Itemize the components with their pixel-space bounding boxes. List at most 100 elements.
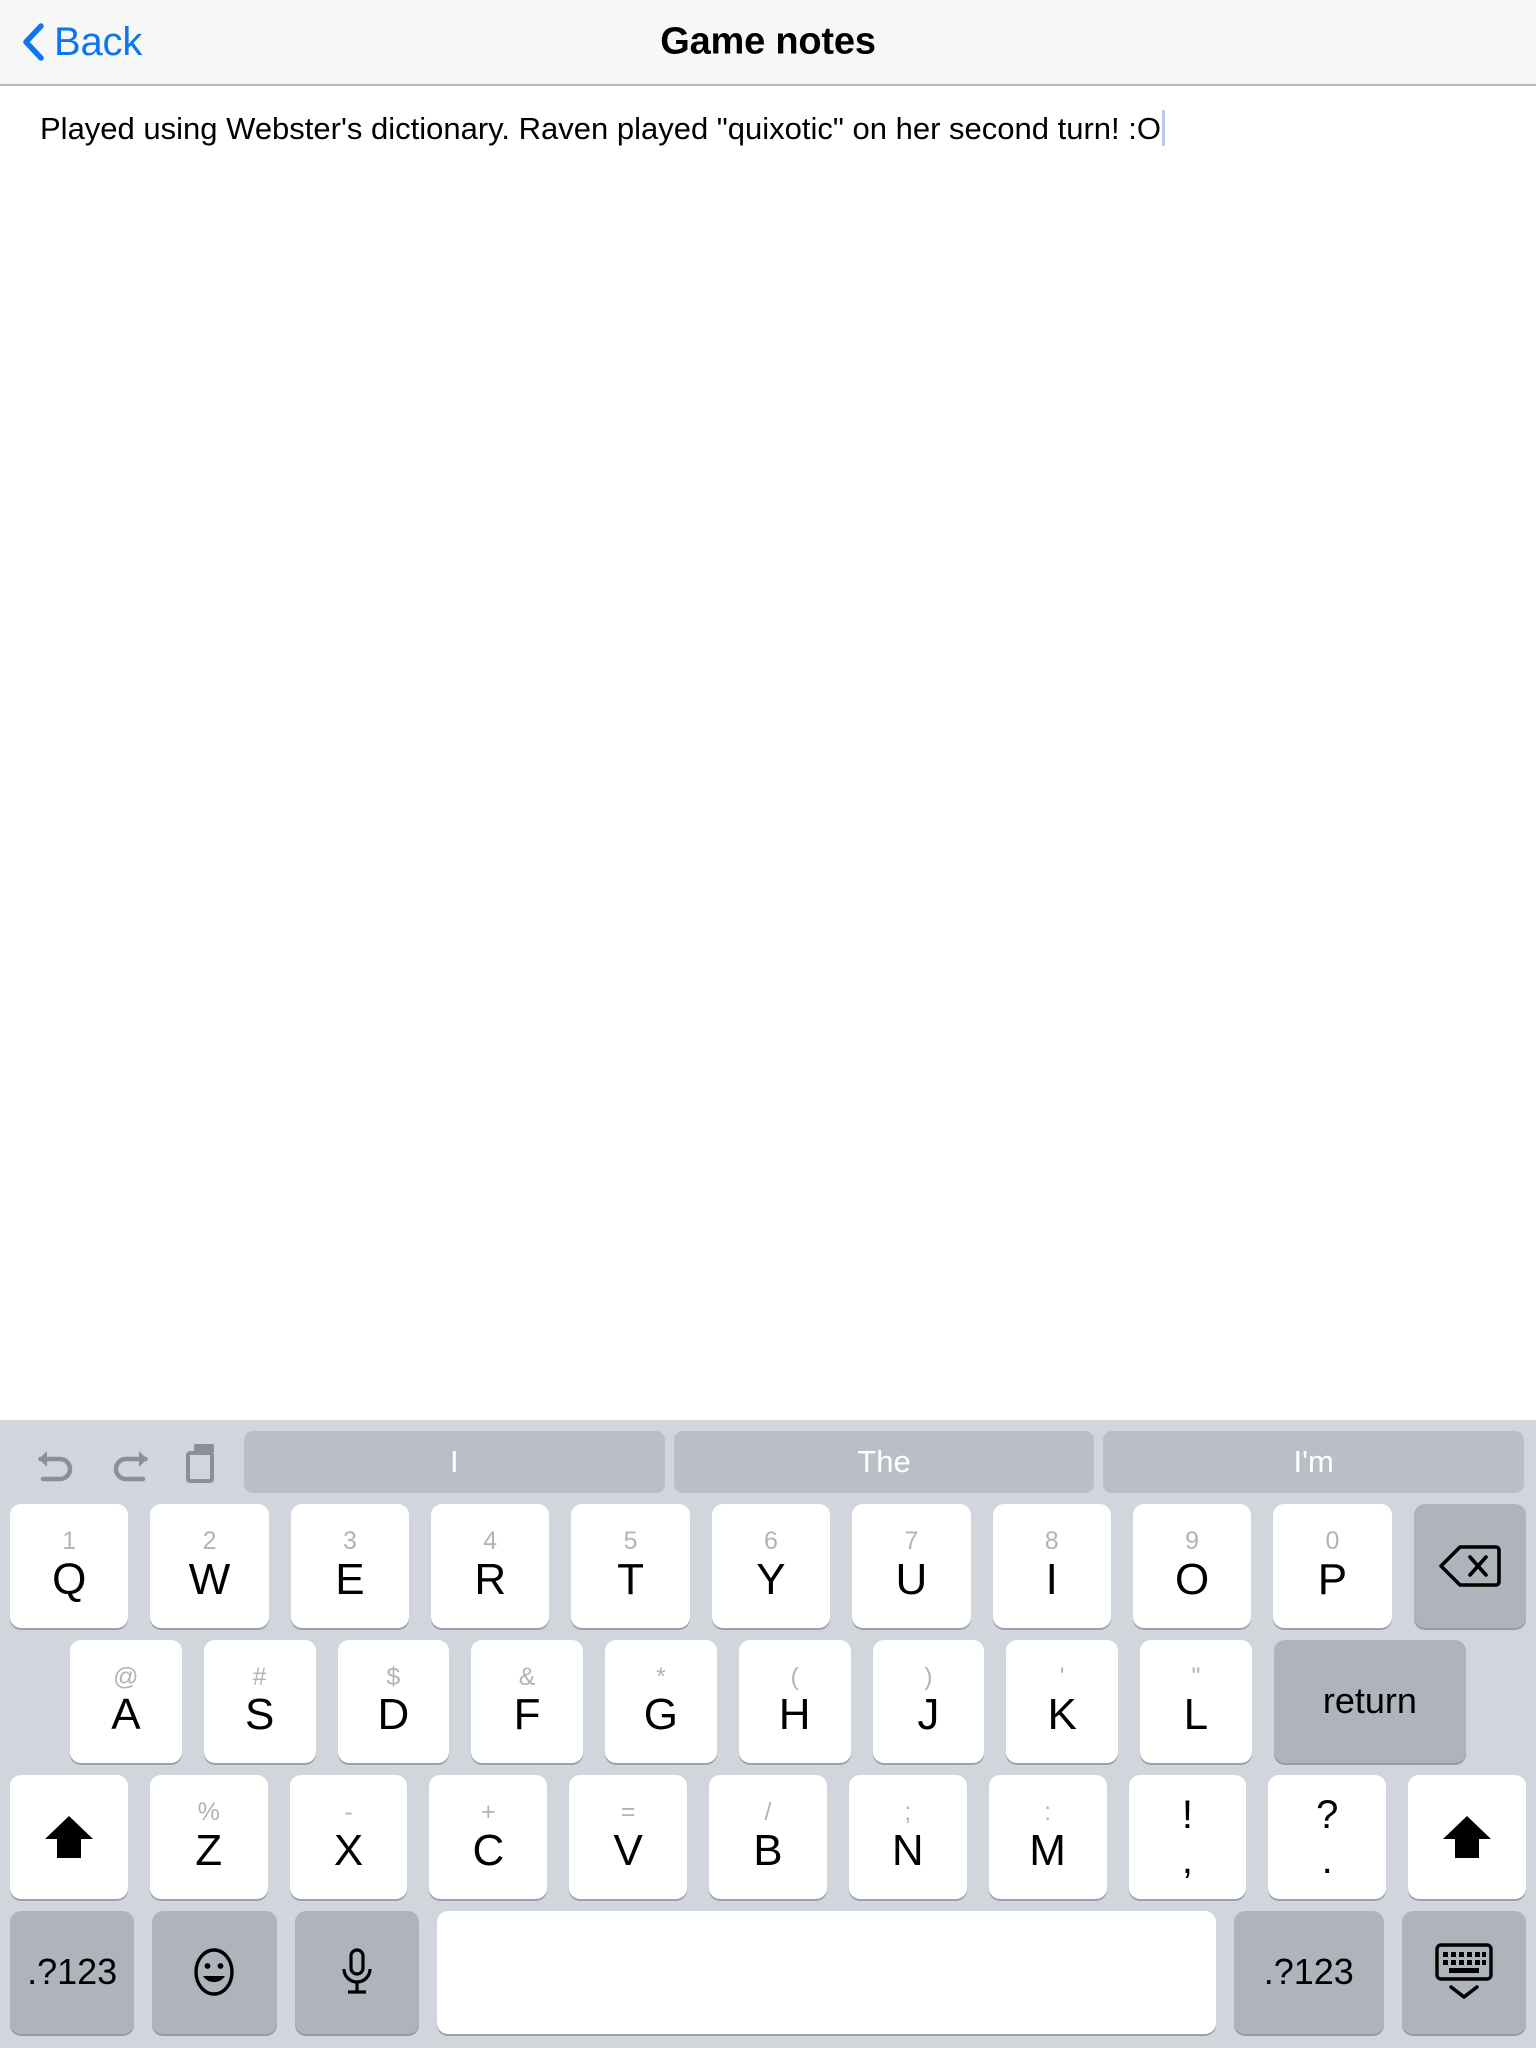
key-comma-label: , xyxy=(1181,1837,1193,1882)
key-j-alt: ) xyxy=(924,1662,933,1691)
key-emoji[interactable] xyxy=(152,1910,277,2034)
key-m[interactable]: : M xyxy=(988,1775,1107,1899)
note-text-area[interactable]: Played using Webster's dictionary. Raven… xyxy=(0,86,1536,1420)
key-b[interactable]: / B xyxy=(709,1775,827,1899)
key-shift-left[interactable] xyxy=(10,1775,128,1899)
key-return[interactable]: return xyxy=(1273,1639,1466,1763)
key-m-alt: : xyxy=(1044,1798,1052,1827)
key-t-label: T xyxy=(617,1554,645,1604)
navigation-bar: Back Game notes xyxy=(0,0,1536,86)
key-z-label: Z xyxy=(195,1825,223,1875)
key-period-label: . xyxy=(1321,1837,1333,1882)
key-n-label: N xyxy=(891,1825,924,1875)
keyboard-row-4: .?123 .?123 xyxy=(10,1910,1527,2034)
key-d[interactable]: $ D xyxy=(337,1639,450,1763)
app-screen: Back Game notes Played using Webster's d… xyxy=(0,0,1536,2048)
key-u[interactable]: 7 U xyxy=(852,1504,971,1628)
key-b-alt: / xyxy=(764,1798,772,1827)
microphone-icon xyxy=(342,1948,372,1994)
key-numeric-mode-right[interactable]: .?123 xyxy=(1233,1910,1384,2034)
key-l-label: L xyxy=(1183,1690,1209,1740)
key-period-alt: ? xyxy=(1316,1792,1339,1837)
key-e[interactable]: 3 E xyxy=(290,1504,410,1628)
undo-icon[interactable] xyxy=(34,1439,80,1485)
key-l[interactable]: " L xyxy=(1140,1639,1252,1763)
suggestion-0[interactable]: I xyxy=(244,1431,665,1493)
dismiss-keyboard-icon xyxy=(1435,1943,1493,2001)
keyboard-glyph-icon xyxy=(1435,1943,1493,1981)
key-c[interactable]: + C xyxy=(429,1775,548,1899)
key-n[interactable]: ; N xyxy=(848,1775,967,1899)
key-e-label: E xyxy=(335,1554,365,1604)
keyboard-key-rows: 1 Q 2 W 3 E 4 R 5 T 6 Y 7 U 8 I 9 O 0 P … xyxy=(0,1504,1536,2048)
suggestion-1[interactable]: The xyxy=(673,1431,1095,1493)
key-p[interactable]: 0 P xyxy=(1273,1504,1392,1628)
key-t-alt: 5 xyxy=(623,1527,638,1556)
key-r[interactable]: 4 R xyxy=(431,1504,550,1628)
back-button-label: Back xyxy=(54,20,143,64)
key-spacebar[interactable] xyxy=(436,1910,1216,2034)
key-v-alt: = xyxy=(620,1798,636,1827)
key-h-label: H xyxy=(778,1690,811,1740)
key-backspace[interactable] xyxy=(1413,1504,1527,1628)
key-y[interactable]: 6 Y xyxy=(711,1504,831,1628)
key-l-alt: " xyxy=(1191,1662,1201,1691)
key-n-alt: ; xyxy=(904,1798,912,1827)
key-h-alt: ( xyxy=(790,1662,799,1691)
paste-icon[interactable] xyxy=(178,1439,224,1485)
edit-tool-icons xyxy=(12,1439,244,1485)
suggestion-2[interactable]: I'm xyxy=(1103,1431,1525,1493)
key-dismiss-keyboard[interactable] xyxy=(1401,1910,1527,2034)
suggestion-bar: I The I'm xyxy=(244,1431,1525,1493)
key-j[interactable]: ) J xyxy=(872,1639,985,1763)
key-g[interactable]: * G xyxy=(605,1639,717,1763)
key-i-label: I xyxy=(1045,1554,1058,1604)
key-period[interactable]: ? . xyxy=(1268,1775,1387,1899)
chevron-left-icon xyxy=(23,23,44,61)
key-w[interactable]: 2 W xyxy=(150,1504,269,1628)
key-x-label: X xyxy=(333,1825,364,1875)
key-microphone[interactable] xyxy=(294,1910,419,2034)
back-button[interactable]: Back xyxy=(22,22,142,62)
keyboard-row-3: % Z - X + C = V / B ; N: M ! , ? . xyxy=(10,1775,1526,1899)
key-o[interactable]: 9 O xyxy=(1132,1504,1252,1628)
onscreen-keyboard: I The I'm 1 Q 2 W 3 E 4 R 5 T 6 Y 7 U 8 … xyxy=(0,1420,1536,2048)
key-f[interactable]: & F xyxy=(471,1639,583,1763)
key-z[interactable]: % Z xyxy=(149,1775,268,1899)
key-s[interactable]: # S xyxy=(203,1639,316,1763)
key-q[interactable]: 1 Q xyxy=(10,1504,129,1628)
chevron-down-icon xyxy=(1449,1985,1479,2000)
key-u-alt: 7 xyxy=(904,1527,919,1556)
key-k-label: K xyxy=(1047,1690,1077,1740)
key-t[interactable]: 5 T xyxy=(571,1504,690,1628)
page-title: Game notes xyxy=(660,20,876,63)
key-shift-right[interactable] xyxy=(1408,1775,1526,1899)
key-x[interactable]: - X xyxy=(289,1775,408,1899)
key-d-alt: $ xyxy=(386,1662,401,1691)
key-numeric-mode-left[interactable]: .?123 xyxy=(10,1910,135,2034)
key-numeric-mode-left-label: .?123 xyxy=(27,1951,118,1993)
key-b-label: B xyxy=(753,1825,783,1875)
key-m-label: M xyxy=(1029,1825,1066,1875)
emoji-icon xyxy=(194,1948,235,1996)
key-p-alt: 0 xyxy=(1325,1527,1340,1556)
redo-icon[interactable] xyxy=(106,1439,152,1485)
key-g-alt: * xyxy=(656,1662,666,1691)
key-comma-alt: ! xyxy=(1181,1792,1193,1837)
key-w-alt: 2 xyxy=(202,1527,217,1556)
key-u-label: U xyxy=(895,1554,928,1604)
key-a[interactable]: @ A xyxy=(70,1639,182,1763)
key-p-label: P xyxy=(1317,1554,1348,1604)
key-k-alt: ' xyxy=(1059,1662,1065,1691)
key-k[interactable]: ' K xyxy=(1006,1639,1118,1763)
key-i[interactable]: 8 I xyxy=(992,1504,1111,1628)
key-o-label: O xyxy=(1174,1554,1210,1604)
key-j-label: J xyxy=(917,1690,940,1740)
keyboard-toolbar: I The I'm xyxy=(0,1420,1536,1504)
key-v[interactable]: = V xyxy=(569,1775,688,1899)
key-h[interactable]: ( H xyxy=(738,1639,851,1763)
key-s-alt: # xyxy=(252,1662,267,1691)
key-comma[interactable]: ! , xyxy=(1128,1775,1247,1899)
key-x-alt: - xyxy=(344,1798,353,1827)
key-q-label: Q xyxy=(52,1554,87,1604)
